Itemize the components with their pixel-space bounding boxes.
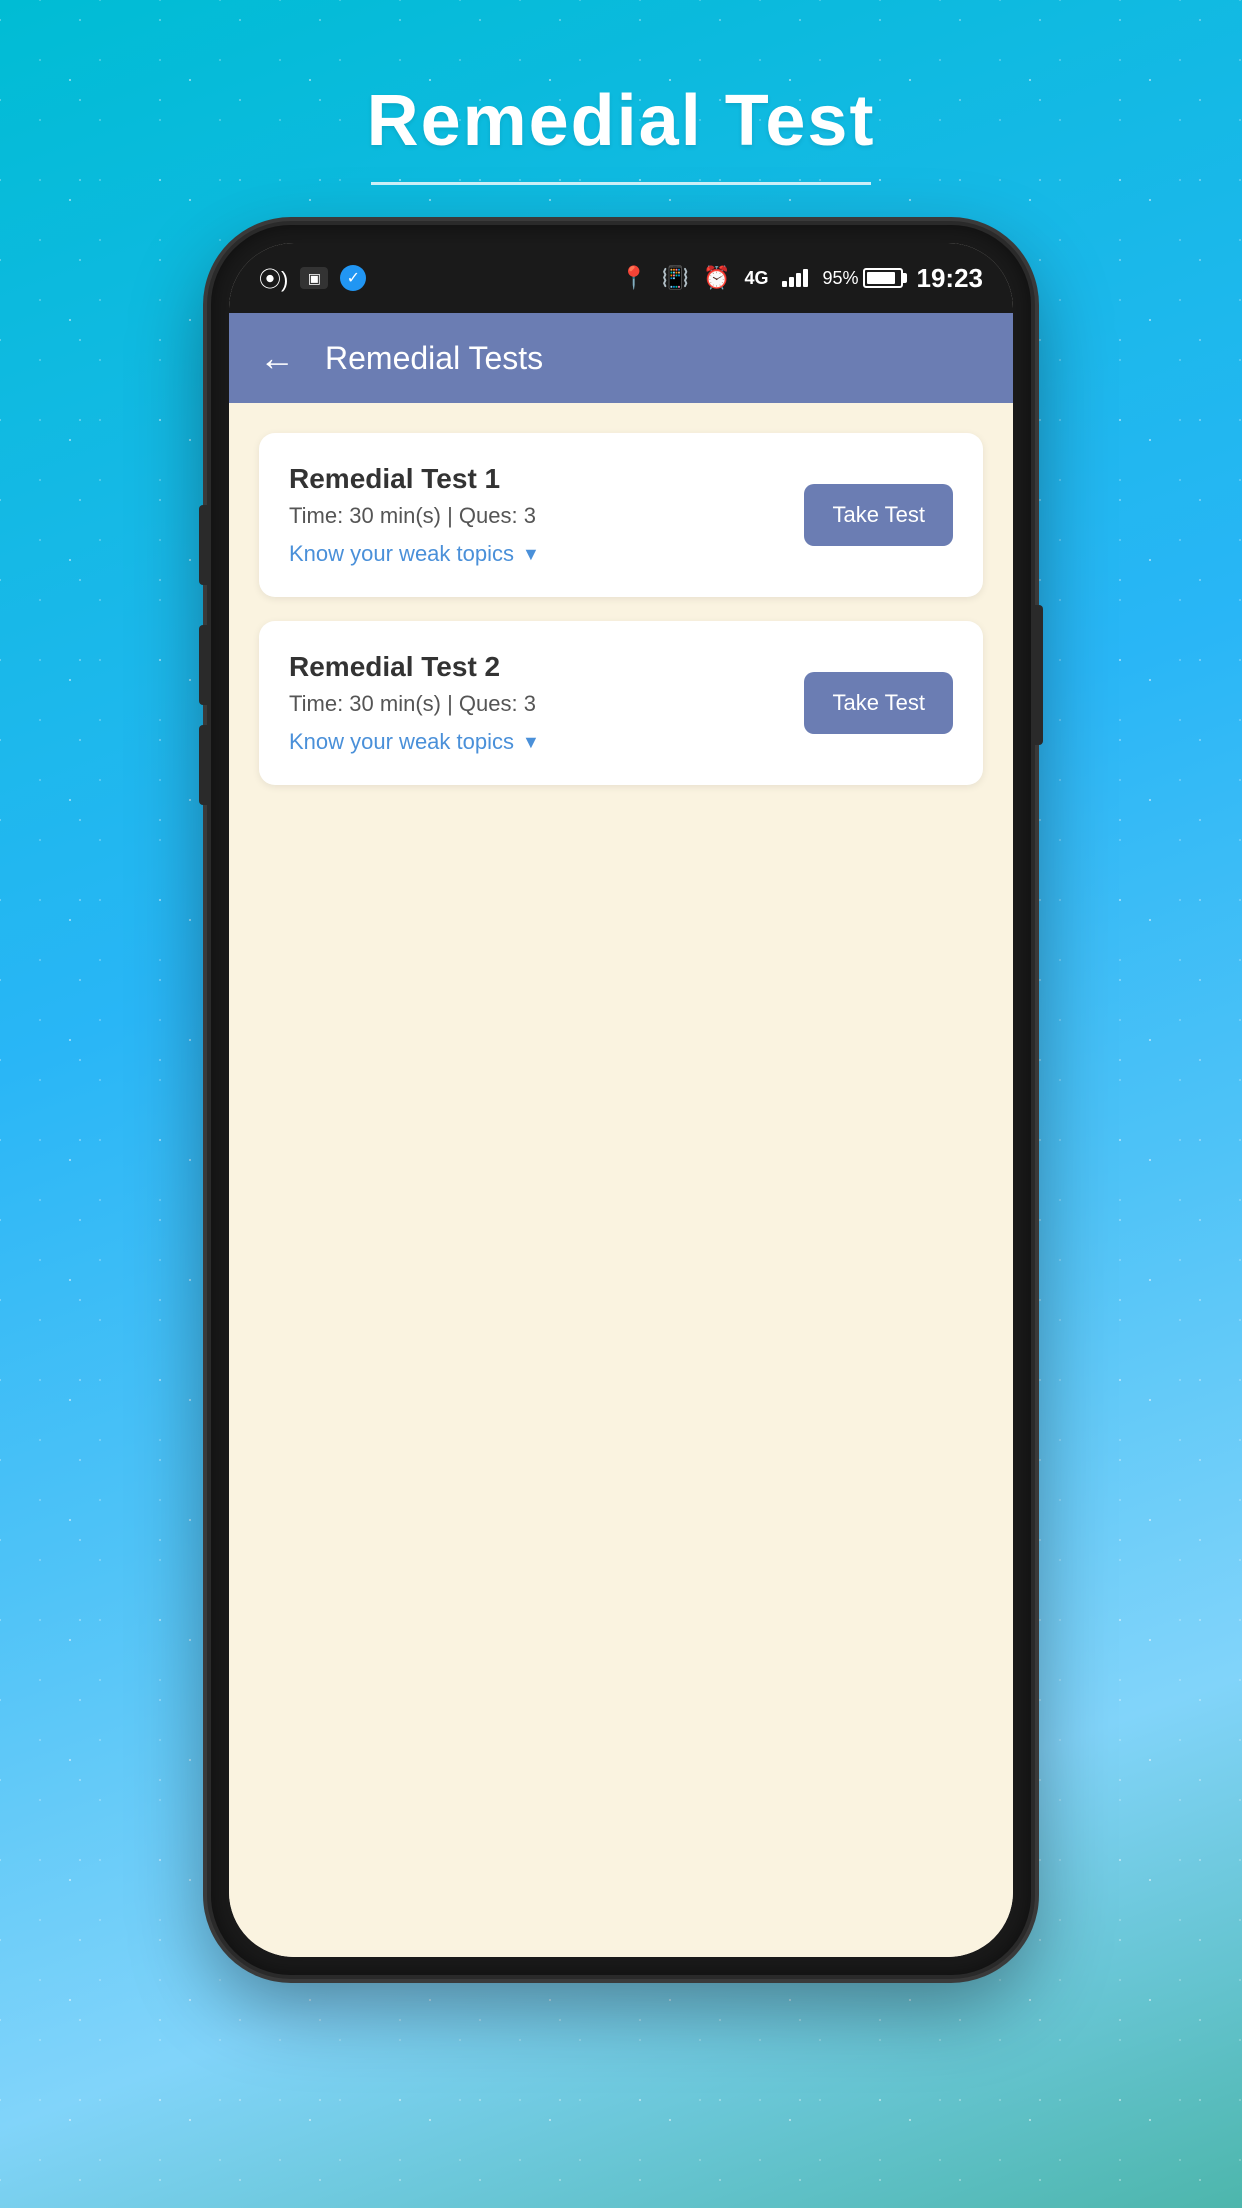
test-card-2: Remedial Test 2 Time: 30 min(s) | Ques: … <box>259 621 983 785</box>
location-icon: 📍 <box>620 265 647 291</box>
signal-bars <box>782 269 808 287</box>
notification-icon: ▣ <box>300 267 328 289</box>
network-indicator: 4G <box>744 268 768 289</box>
test-card-1: Remedial Test 1 Time: 30 min(s) | Ques: … <box>259 433 983 597</box>
test-meta-2: Time: 30 min(s) | Ques: 3 <box>289 691 784 717</box>
nav-bar: ← Remedial Tests <box>229 313 1013 403</box>
page-title: Remedial Test <box>367 80 876 162</box>
take-test-button-2[interactable]: Take Test <box>804 672 953 734</box>
title-underline <box>371 182 871 185</box>
test-info-2: Remedial Test 2 Time: 30 min(s) | Ques: … <box>289 651 784 755</box>
signal-bar-4 <box>803 269 808 287</box>
test-name-2: Remedial Test 2 <box>289 651 784 683</box>
status-right: 📍 📳 ⏰ 4G 95% <box>620 263 983 294</box>
nav-title: Remedial Tests <box>325 340 543 377</box>
vibrate-icon: 📳 <box>662 265 689 291</box>
dropdown-arrow-icon-1: ▼ <box>522 544 540 565</box>
test-meta-1: Time: 30 min(s) | Ques: 3 <box>289 503 784 529</box>
signal-bar-3 <box>796 273 801 287</box>
test-info-1: Remedial Test 1 Time: 30 min(s) | Ques: … <box>289 463 784 567</box>
phone-inner: ⦿) ▣ ✓ 📍 📳 ⏰ 4G <box>229 243 1013 1957</box>
status-time: 19:23 <box>917 263 984 294</box>
back-button[interactable]: ← <box>259 337 295 379</box>
signal-bar-2 <box>789 277 794 287</box>
weak-topics-link-2[interactable]: Know your weak topics ▼ <box>289 729 784 755</box>
battery-fill <box>867 272 896 284</box>
phone-frame: ⦿) ▣ ✓ 📍 📳 ⏰ 4G <box>211 225 1031 1975</box>
weak-topics-label-1: Know your weak topics <box>289 541 514 567</box>
page-title-section: Remedial Test <box>367 80 876 185</box>
status-left: ⦿) ▣ ✓ <box>259 262 366 294</box>
wifi-icon: ⦿) <box>259 262 288 294</box>
battery-box <box>863 268 903 288</box>
battery-indicator: 95% <box>822 268 902 289</box>
status-bar: ⦿) ▣ ✓ 📍 📳 ⏰ 4G <box>229 243 1013 313</box>
test-name-1: Remedial Test 1 <box>289 463 784 495</box>
main-content: Remedial Test 1 Time: 30 min(s) | Ques: … <box>229 403 1013 1957</box>
signal-bar-1 <box>782 281 787 287</box>
dropdown-arrow-icon-2: ▼ <box>522 732 540 753</box>
take-test-button-1[interactable]: Take Test <box>804 484 953 546</box>
battery-percent: 95% <box>822 268 858 289</box>
check-badge-icon: ✓ <box>340 265 366 291</box>
alarm-icon: ⏰ <box>703 265 730 291</box>
weak-topics-label-2: Know your weak topics <box>289 729 514 755</box>
weak-topics-link-1[interactable]: Know your weak topics ▼ <box>289 541 784 567</box>
